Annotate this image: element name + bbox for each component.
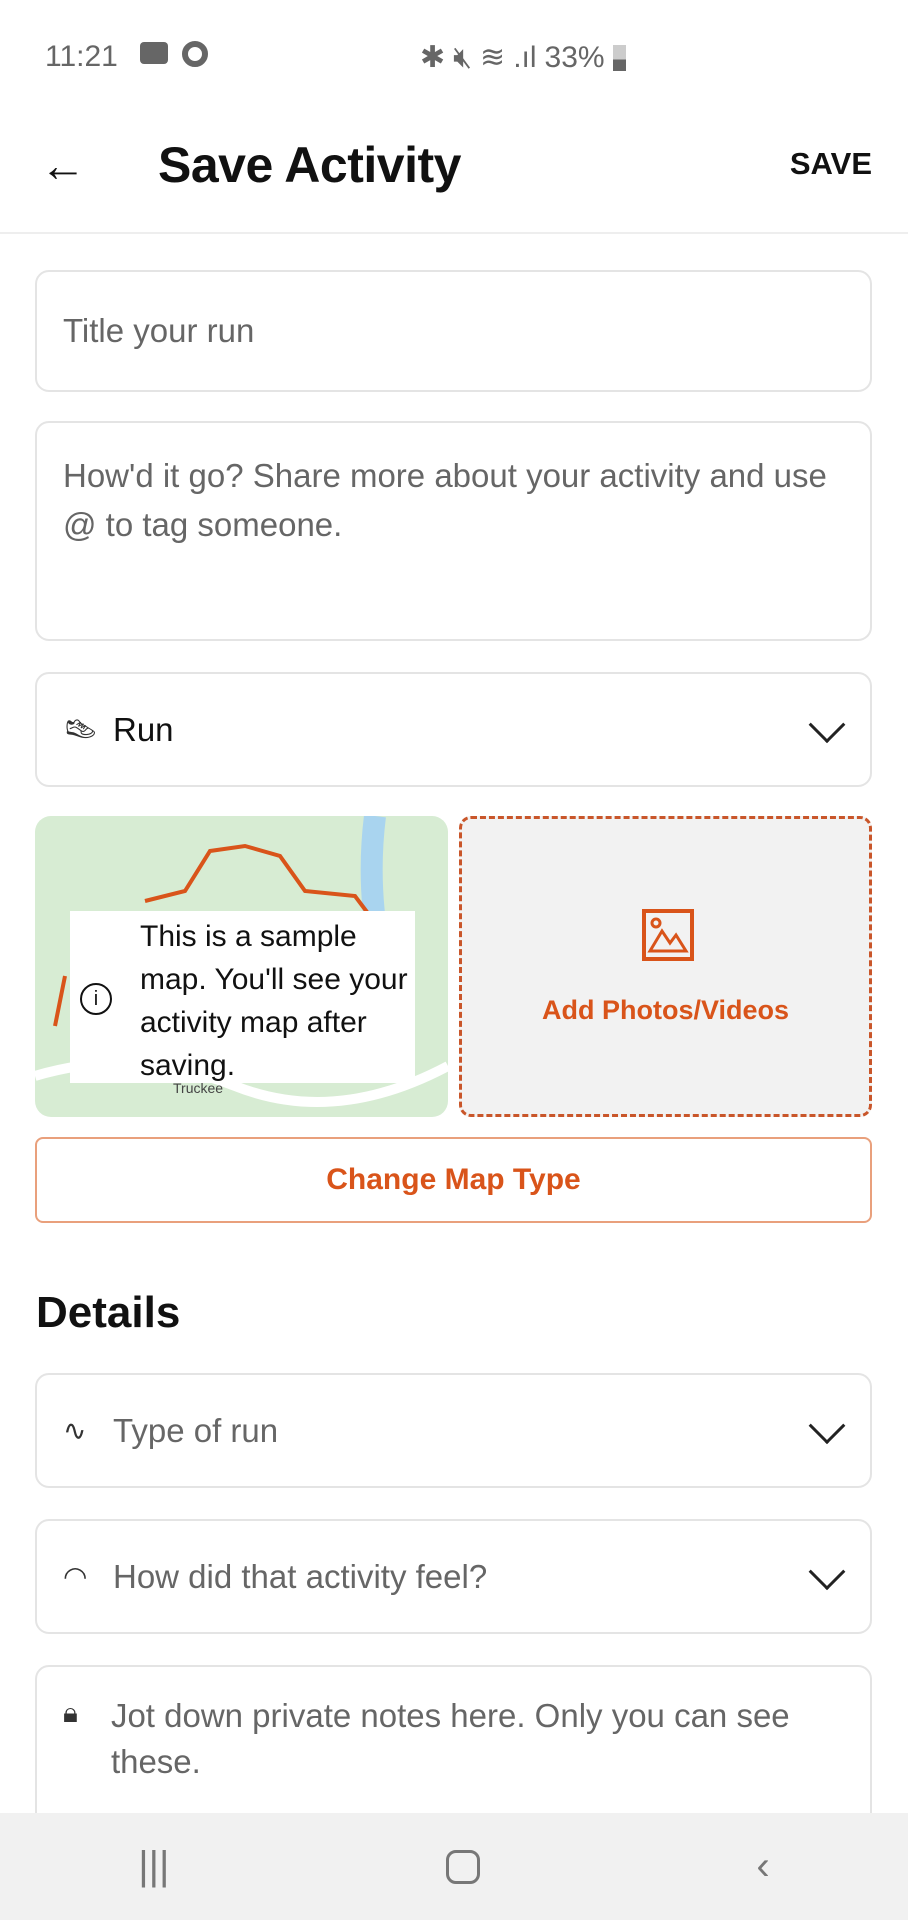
recent-apps-icon[interactable]: |||	[138, 1844, 169, 1889]
back-icon[interactable]: ‹	[756, 1844, 769, 1889]
system-nav-bar: ||| ‹	[0, 1813, 908, 1920]
chevron-down-icon	[808, 1552, 846, 1590]
circle-icon	[182, 41, 208, 67]
status-time: 11:21	[45, 40, 118, 73]
activity-type-select[interactable]: 👟︎ Run	[35, 672, 872, 787]
status-bar: 11:21 ✱ 🔇︎ ≋ .ıl 33%	[0, 30, 908, 82]
chevron-down-icon	[808, 705, 846, 743]
type-of-run-select[interactable]: ∿ Type of run	[35, 1373, 872, 1488]
description-input[interactable]: How'd it go? Share more about your activ…	[35, 421, 872, 641]
title-input[interactable]: Title your run	[35, 270, 872, 392]
add-photos-button[interactable]: Add Photos/Videos	[459, 816, 872, 1117]
chevron-down-icon	[808, 1406, 846, 1444]
sample-map: i This is a sample map. You'll see your …	[35, 816, 448, 1117]
add-photos-label: Add Photos/Videos	[541, 995, 790, 1025]
back-arrow-icon[interactable]: ←	[40, 138, 86, 192]
notice-text: This is a sample map. You'll see your ac…	[140, 920, 408, 1082]
shoe-icon: 👟︎	[63, 714, 99, 745]
bluetooth-icon: ✱	[420, 41, 446, 74]
change-map-type-button[interactable]: Change Map Type	[35, 1137, 872, 1223]
type-of-run-label: Type of run	[113, 1411, 279, 1449]
description-placeholder: How'd it go? Share more about your activ…	[63, 457, 827, 543]
battery-text: 33%	[544, 40, 605, 74]
info-icon: i	[80, 983, 112, 1015]
feel-label: How did that activity feel?	[113, 1557, 488, 1595]
perceived-exertion-select[interactable]: ◠ How did that activity feel?	[35, 1519, 872, 1634]
image-icon	[642, 909, 694, 961]
app-header: ← Save Activity SAVE	[0, 100, 908, 234]
map-place-label: Truckee	[173, 1080, 224, 1096]
page-title: Save Activity	[158, 137, 461, 193]
signal-icon: .ıl	[513, 40, 537, 74]
gauge-icon: ◠	[63, 1561, 88, 1592]
home-icon[interactable]	[445, 1849, 480, 1884]
wifi-icon: ≋	[480, 41, 506, 74]
sample-map-notice: i This is a sample map. You'll see your …	[70, 911, 415, 1083]
activity-type-value: Run	[113, 710, 174, 748]
mute-icon: 🔇︎	[453, 40, 473, 74]
workout-icon: ∿	[63, 1415, 87, 1446]
battery-icon	[612, 44, 626, 71]
details-heading: Details	[36, 1288, 181, 1337]
video-record-icon	[140, 42, 168, 64]
save-button[interactable]: SAVE	[790, 146, 872, 182]
title-placeholder: Title your run	[63, 312, 255, 349]
